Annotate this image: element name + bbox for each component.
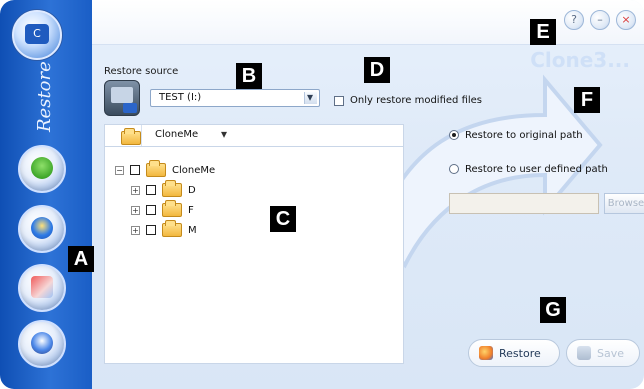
- folder-icon: [162, 220, 182, 237]
- folder-tree: − CloneMe + D + F + M: [104, 146, 404, 364]
- help-icon[interactable]: ?: [564, 10, 584, 30]
- only-modified-checkbox[interactable]: [334, 95, 344, 106]
- sidebar: C Restore: [0, 0, 92, 389]
- callout-b: B: [236, 63, 262, 89]
- folder-bar-label: CloneMe: [155, 129, 199, 140]
- restore-path-options: Restore to original path Restore to user…: [449, 126, 639, 194]
- restore-original-path-option[interactable]: Restore to original path: [449, 126, 639, 144]
- only-modified-label: Only restore modified files: [350, 95, 483, 106]
- tree-row[interactable]: − CloneMe: [115, 160, 216, 177]
- tree-row[interactable]: + F: [131, 200, 194, 217]
- folder-icon: [146, 160, 166, 177]
- calendar-icon: [31, 276, 53, 298]
- sidebar-button-schedule[interactable]: [18, 264, 66, 312]
- tools-icon: [31, 332, 53, 354]
- minimize-icon[interactable]: –: [590, 10, 610, 30]
- clone-app-window: C Restore ? – × Clone3... Restore source…: [0, 0, 644, 389]
- caret-down-icon[interactable]: ▾: [221, 127, 227, 141]
- sidebar-button-tools[interactable]: [18, 320, 66, 368]
- sidebar-section-title: Restore: [34, 61, 55, 132]
- restore-icon: [479, 346, 493, 360]
- callout-c: C: [270, 206, 296, 232]
- save-button-label: Save: [597, 346, 625, 360]
- radio-button[interactable]: [449, 130, 459, 140]
- restore-icon: [31, 217, 53, 239]
- tree-row[interactable]: + M: [131, 220, 197, 237]
- tree-label: D: [188, 184, 196, 196]
- folder-icon: [162, 180, 182, 197]
- tree-checkbox[interactable]: [146, 205, 156, 215]
- collapse-icon[interactable]: −: [115, 165, 124, 175]
- drive-badge: [123, 103, 137, 113]
- restore-user-defined-path-option[interactable]: Restore to user defined path: [449, 160, 639, 178]
- expand-icon[interactable]: +: [131, 205, 140, 215]
- expand-icon[interactable]: +: [131, 185, 140, 195]
- browse-button[interactable]: Browse: [604, 193, 644, 214]
- expand-icon[interactable]: +: [131, 225, 140, 235]
- radio-button[interactable]: [449, 164, 459, 174]
- callout-f: F: [574, 87, 600, 113]
- restore-button-label: Restore: [499, 346, 541, 360]
- folder-bar-divider: [141, 125, 142, 147]
- restore-original-path-label: Restore to original path: [465, 129, 583, 141]
- sidebar-button-backup[interactable]: [18, 145, 66, 193]
- logo-glyph: C: [25, 24, 49, 44]
- callout-g: G: [540, 297, 566, 323]
- tree-checkbox[interactable]: [130, 165, 140, 175]
- restore-source-value: TEST (I:): [159, 92, 202, 103]
- folder-icon: [162, 200, 182, 217]
- close-icon[interactable]: ×: [616, 10, 636, 30]
- restore-source-select[interactable]: TEST (I:): [150, 89, 320, 107]
- user-defined-path-input[interactable]: [449, 193, 599, 214]
- window-controls: ? – ×: [564, 10, 636, 30]
- save-button[interactable]: Save: [566, 339, 640, 367]
- only-modified-checkbox-row[interactable]: Only restore modified files: [334, 95, 482, 106]
- folder-bar[interactable]: CloneMe ▾: [104, 124, 404, 147]
- callout-e: E: [530, 19, 556, 45]
- tree-label: F: [188, 204, 194, 216]
- restore-button[interactable]: Restore: [468, 339, 560, 367]
- sidebar-button-restore[interactable]: [18, 205, 66, 253]
- restore-user-defined-path-label: Restore to user defined path: [465, 163, 608, 175]
- restore-source-label: Restore source: [104, 66, 179, 77]
- backup-icon: [31, 157, 53, 179]
- callout-d: D: [364, 57, 390, 83]
- callout-a: A: [68, 246, 94, 272]
- app-logo-icon: C: [12, 10, 62, 60]
- folder-icon: [121, 128, 141, 145]
- drive-icon: [104, 80, 140, 116]
- save-icon: [577, 346, 591, 360]
- tree-checkbox[interactable]: [146, 185, 156, 195]
- chevron-down-icon[interactable]: [304, 90, 317, 104]
- tree-label: M: [188, 224, 197, 236]
- tree-row[interactable]: + D: [131, 180, 196, 197]
- tree-checkbox[interactable]: [146, 225, 156, 235]
- drive-body: [111, 87, 133, 103]
- tree-label: CloneMe: [172, 164, 216, 176]
